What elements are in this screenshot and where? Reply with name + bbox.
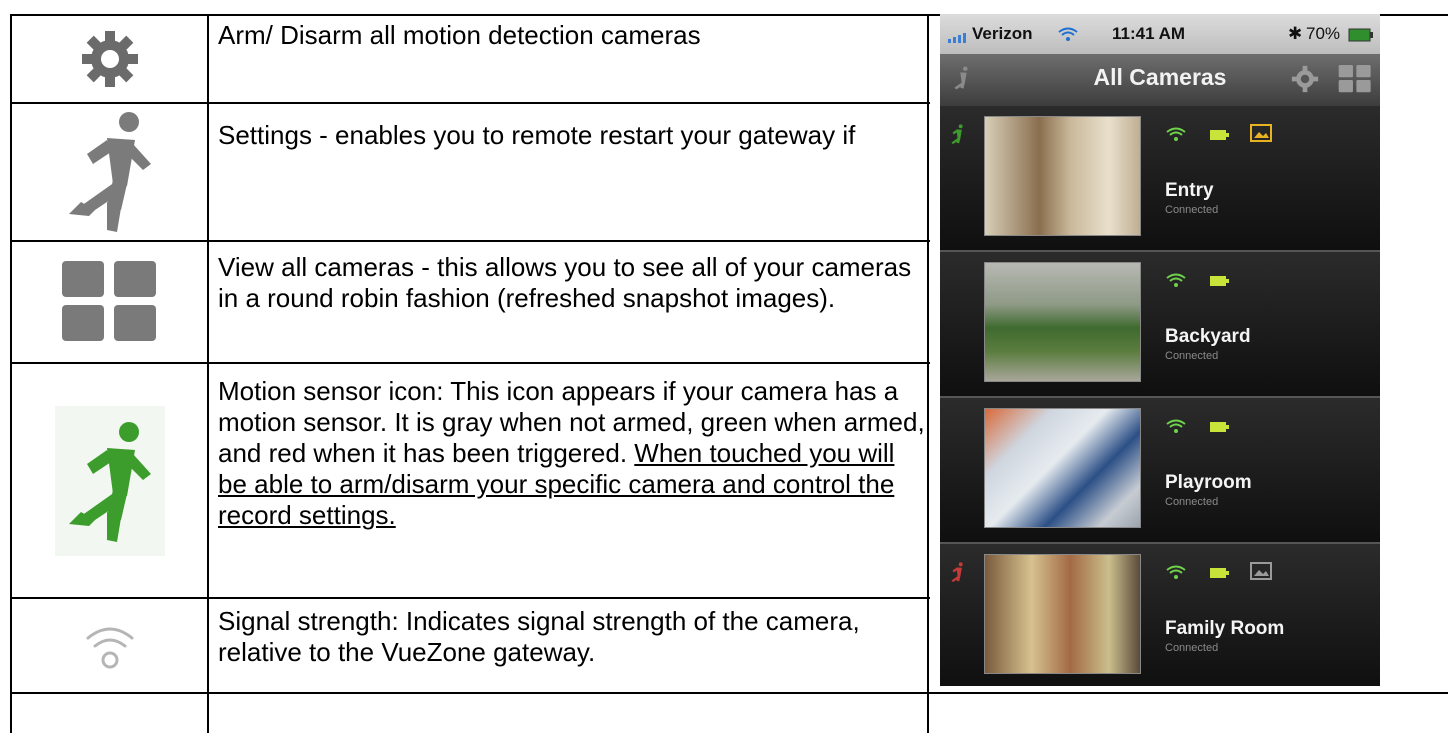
row-text-arm-disarm: Arm/ Disarm all motion detection cameras bbox=[218, 20, 926, 51]
battery-icon bbox=[1348, 27, 1374, 47]
row-text: View all cameras - this allows you to se… bbox=[218, 252, 912, 313]
gear-icon bbox=[12, 16, 208, 102]
signal-strength-icon bbox=[1166, 126, 1186, 147]
camera-status: Connected bbox=[1165, 496, 1219, 508]
bluetooth-icon: ✱ bbox=[1288, 24, 1303, 43]
camera-name: Entry bbox=[1165, 180, 1214, 201]
signal-bars-icon bbox=[948, 28, 970, 48]
signal-strength-icon bbox=[1166, 272, 1186, 293]
camera-snapshot[interactable] bbox=[984, 554, 1141, 674]
table-row-border bbox=[10, 692, 1448, 694]
battery-level-icon bbox=[1210, 128, 1230, 146]
camera-snapshot[interactable] bbox=[984, 408, 1141, 528]
carrier-label: Verizon bbox=[972, 24, 1033, 43]
wifi-icon bbox=[1058, 26, 1078, 47]
camera-snapshot[interactable] bbox=[984, 116, 1141, 236]
nav-bar: All Cameras bbox=[940, 54, 1380, 106]
camera-name: Backyard bbox=[1165, 326, 1251, 347]
row-text-settings: Settings - enables you to remote restart… bbox=[218, 120, 926, 151]
row-text: Signal strength: Indicates signal streng… bbox=[218, 606, 860, 667]
camera-name: Family Room bbox=[1165, 618, 1285, 639]
wifi-signal-icon bbox=[12, 599, 208, 692]
battery-label: 70% bbox=[1306, 24, 1341, 43]
settings-gear-button[interactable] bbox=[1290, 64, 1320, 99]
camera-row-backyard[interactable]: Backyard Connected bbox=[940, 252, 1380, 398]
row-text-motion-sensor: Motion sensor icon: This icon appears if… bbox=[218, 376, 926, 531]
clock-label: 11:41 AM bbox=[1112, 24, 1186, 43]
camera-row-playroom[interactable]: Playroom Connected bbox=[940, 398, 1380, 544]
camera-status: Connected bbox=[1165, 350, 1219, 362]
battery-level-icon bbox=[1210, 566, 1230, 584]
battery-level-icon bbox=[1210, 420, 1230, 438]
phone-screenshot: Verizon 11:41 AM ✱ 70% All Cameras Entry… bbox=[940, 14, 1380, 686]
motion-sensor-red-icon[interactable] bbox=[948, 562, 966, 591]
battery-level-icon bbox=[1210, 274, 1230, 292]
signal-strength-icon bbox=[1166, 418, 1186, 439]
status-bar: Verizon 11:41 AM ✱ 70% bbox=[940, 14, 1380, 54]
row-text-view-all: View all cameras - this allows you to se… bbox=[218, 252, 926, 314]
table-col-border bbox=[927, 14, 929, 733]
camera-status: Connected bbox=[1165, 204, 1219, 216]
running-person-gray-icon bbox=[12, 104, 208, 240]
camera-name: Playroom bbox=[1165, 472, 1252, 493]
grid-view-button[interactable] bbox=[1338, 64, 1372, 99]
running-person-green-icon bbox=[12, 364, 208, 597]
signal-strength-icon bbox=[1166, 564, 1186, 585]
camera-snapshot[interactable] bbox=[984, 262, 1141, 382]
row-text: Arm/ Disarm all motion detection cameras bbox=[218, 20, 701, 50]
row-text-signal: Signal strength: Indicates signal streng… bbox=[218, 606, 926, 668]
photo-icon[interactable] bbox=[1250, 124, 1272, 147]
camera-status: Connected bbox=[1165, 642, 1219, 654]
photo-icon[interactable] bbox=[1250, 562, 1272, 585]
grid-view-icon bbox=[12, 242, 208, 362]
row-text: Settings - enables you to remote restart… bbox=[218, 120, 856, 150]
camera-row-family-room[interactable]: Family Room Connected bbox=[940, 544, 1380, 686]
motion-sensor-green-icon[interactable] bbox=[948, 124, 966, 153]
camera-row-entry[interactable]: Entry Connected bbox=[940, 106, 1380, 252]
